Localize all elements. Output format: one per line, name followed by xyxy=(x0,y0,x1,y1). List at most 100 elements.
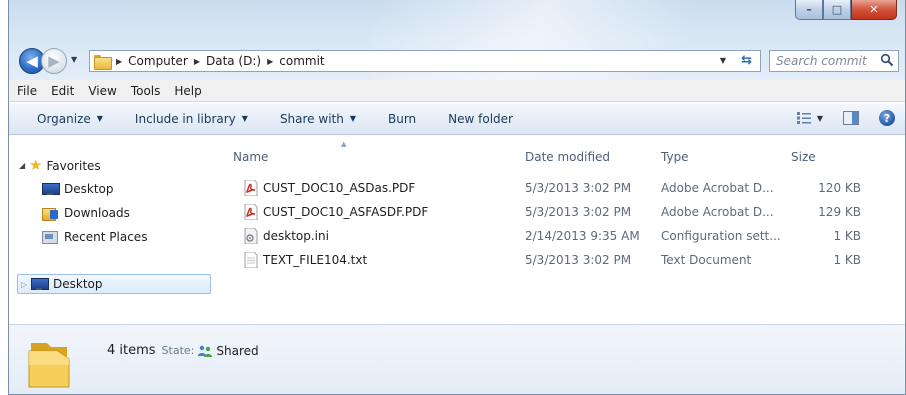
column-header-name[interactable]: Name xyxy=(233,150,268,164)
menu-view[interactable]: View xyxy=(88,84,116,98)
address-bar[interactable]: ▶ Computer ▶ Data (D:) ▶ commit ▼ ⇆ xyxy=(89,50,761,72)
file-type: Text Document xyxy=(661,253,752,267)
navigation-pane: ◢ ★ Favorites Desktop Downloads Recent P… xyxy=(9,136,221,324)
forward-arrow-icon: ▶ xyxy=(48,52,60,70)
tree-collapsed-icon[interactable]: ▷ xyxy=(21,280,31,289)
include-in-library-label: Include in library xyxy=(134,111,236,126)
menu-edit[interactable]: Edit xyxy=(51,84,74,98)
recent-pages-chevron-down-icon[interactable]: ▼ xyxy=(71,55,77,64)
burn-button[interactable]: Burn xyxy=(388,112,416,126)
recent-places-icon xyxy=(42,230,58,244)
refresh-icon[interactable]: ⇆ xyxy=(741,53,752,68)
nav-desktop-root-label: Desktop xyxy=(53,277,103,291)
nav-favorites-label: Favorites xyxy=(46,158,101,173)
close-button[interactable]: ✕ xyxy=(851,0,897,20)
file-size: 1 KB xyxy=(833,253,861,267)
file-size: 1 KB xyxy=(833,229,861,243)
file-name: CUST_DOC10_ASFASDF.PDF xyxy=(263,205,429,219)
file-type: Configuration sett... xyxy=(661,229,781,243)
state-value: Shared xyxy=(216,343,259,358)
chevron-down-icon: ▼ xyxy=(96,114,103,123)
menu-help[interactable]: Help xyxy=(174,84,201,98)
file-date: 5/3/2013 3:02 PM xyxy=(525,181,632,195)
include-in-library-button[interactable]: Include in library ▼ xyxy=(135,112,248,126)
nav-item-label: Desktop xyxy=(64,182,114,196)
shared-users-icon xyxy=(198,345,213,357)
column-header-size[interactable]: Size xyxy=(791,150,816,164)
minimize-button[interactable]: – xyxy=(795,0,823,20)
nav-desktop-root[interactable]: ▷ Desktop xyxy=(21,277,103,291)
sort-ascending-icon: ▲ xyxy=(341,140,347,148)
desktop-icon xyxy=(31,278,49,290)
search-input[interactable]: Search commit xyxy=(776,54,867,68)
breadcrumb-data-drive[interactable]: Data (D:) xyxy=(206,54,261,68)
command-bar: Organize ▼ Include in library ▼ Share wi… xyxy=(9,103,905,135)
nav-item-recent-places[interactable]: Recent Places xyxy=(42,230,147,244)
file-name: TEXT_FILE104.txt xyxy=(263,253,368,267)
file-size: 129 KB xyxy=(818,205,861,219)
title-bar: – □ ✕ ◀ ▶ ▼ ▶ Computer ▶ Data (D:) ▶ com… xyxy=(9,0,905,80)
nav-item-desktop[interactable]: Desktop xyxy=(42,182,114,196)
share-with-label: Share with xyxy=(279,111,344,126)
forward-button[interactable]: ▶ xyxy=(41,48,67,74)
text-file-icon xyxy=(244,252,258,268)
details-pane: 4 items State: Shared xyxy=(9,324,905,394)
breadcrumb-separator-icon[interactable]: ▶ xyxy=(267,57,273,66)
change-view-icon[interactable] xyxy=(796,112,811,124)
desktop-icon xyxy=(42,183,60,195)
table-row[interactable]: CUST_DOC10_ASDas.PDF 5/3/2013 3:02 PM Ad… xyxy=(221,178,905,200)
nav-item-downloads[interactable]: Downloads xyxy=(42,206,130,221)
organize-label: Organize xyxy=(37,111,91,126)
downloads-folder-icon xyxy=(42,206,58,221)
file-type: Adobe Acrobat D... xyxy=(661,205,774,219)
nav-item-label: Downloads xyxy=(64,206,130,220)
back-arrow-icon: ◀ xyxy=(26,52,38,70)
search-icon[interactable] xyxy=(880,53,894,67)
ini-file-icon xyxy=(244,228,258,244)
caption-buttons: – □ ✕ xyxy=(795,0,897,20)
chevron-down-icon: ▼ xyxy=(349,114,356,123)
new-folder-button[interactable]: New folder xyxy=(448,112,513,126)
navigation-row: ◀ ▶ ▼ ▶ Computer ▶ Data (D:) ▶ commit ▼ … xyxy=(9,46,905,76)
file-name: CUST_DOC10_ASDas.PDF xyxy=(263,181,416,195)
item-count: 4 items xyxy=(107,343,156,358)
star-icon: ★ xyxy=(29,156,43,174)
help-icon[interactable]: ? xyxy=(879,110,895,126)
breadcrumb-separator-icon[interactable]: ▶ xyxy=(116,57,122,66)
search-box[interactable]: Search commit xyxy=(769,50,899,72)
file-date: 5/3/2013 3:02 PM xyxy=(525,253,632,267)
address-history-chevron-down-icon[interactable]: ▼ xyxy=(720,56,726,65)
share-with-button[interactable]: Share with ▼ xyxy=(280,112,356,126)
folder-icon xyxy=(94,54,112,70)
maximize-button[interactable]: □ xyxy=(823,0,851,20)
column-header-type[interactable]: Type xyxy=(661,150,689,164)
pdf-icon xyxy=(244,180,258,196)
view-controls: ▼ ? xyxy=(796,110,895,126)
table-row[interactable]: desktop.ini 2/14/2013 9:35 AM Configurat… xyxy=(221,226,905,248)
tree-expanded-icon[interactable]: ◢ xyxy=(19,161,29,170)
menu-bar: File Edit View Tools Help xyxy=(9,80,905,102)
chevron-down-icon: ▼ xyxy=(241,114,248,123)
nav-favorites[interactable]: ◢ ★ Favorites xyxy=(19,158,101,173)
details-summary: 4 items State: Shared xyxy=(107,343,259,358)
file-date: 2/14/2013 9:35 AM xyxy=(525,229,640,243)
organize-button[interactable]: Organize ▼ xyxy=(37,112,103,126)
breadcrumb-separator-icon[interactable]: ▶ xyxy=(194,57,200,66)
file-list: Name ▲ Date modified Type Size CUST_DOC1… xyxy=(221,136,905,324)
explorer-window: – □ ✕ ◀ ▶ ▼ ▶ Computer ▶ Data (D:) ▶ com… xyxy=(8,0,906,395)
breadcrumb-computer[interactable]: Computer xyxy=(128,54,188,68)
menu-file[interactable]: File xyxy=(17,84,37,98)
file-date: 5/3/2013 3:02 PM xyxy=(525,205,632,219)
table-row[interactable]: CUST_DOC10_ASFASDF.PDF 5/3/2013 3:02 PM … xyxy=(221,202,905,224)
breadcrumb-commit[interactable]: commit xyxy=(279,54,324,68)
preview-pane-icon[interactable] xyxy=(843,111,859,125)
folder-icon xyxy=(28,343,70,388)
views-chevron-down-icon[interactable]: ▼ xyxy=(817,114,823,123)
file-name: desktop.ini xyxy=(263,229,329,243)
pdf-icon xyxy=(244,204,258,220)
file-size: 120 KB xyxy=(818,181,861,195)
table-row[interactable]: TEXT_FILE104.txt 5/3/2013 3:02 PM Text D… xyxy=(221,250,905,272)
column-header-date-modified[interactable]: Date modified xyxy=(525,150,610,164)
file-type: Adobe Acrobat D... xyxy=(661,181,774,195)
menu-tools[interactable]: Tools xyxy=(131,84,161,98)
